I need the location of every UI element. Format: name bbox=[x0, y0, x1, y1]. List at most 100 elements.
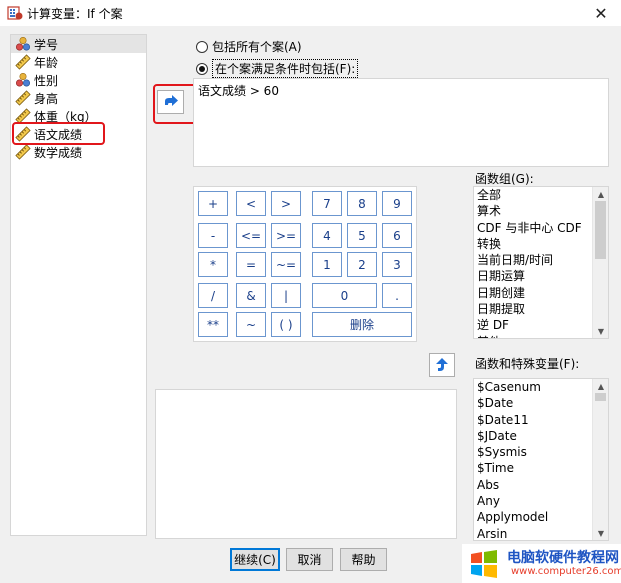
site-watermark: 电脑软硬件教程网 www.computer26.com bbox=[462, 544, 621, 583]
function-group-item[interactable]: 日期运算 bbox=[474, 268, 608, 284]
key-5[interactable]: 5 bbox=[347, 223, 377, 248]
radio-include-all[interactable] bbox=[196, 40, 208, 53]
key-9[interactable]: 9 bbox=[382, 191, 412, 216]
include-all-label: 包括所有个案(A) bbox=[212, 40, 302, 54]
scale-ruler-icon bbox=[15, 90, 31, 106]
key-0[interactable]: 0 bbox=[312, 283, 377, 308]
key-equal[interactable]: = bbox=[236, 252, 266, 277]
functions-list[interactable]: $Casenum $Date $Date11 $JDate $Sysmis $T… bbox=[473, 378, 609, 541]
key-greater-equal[interactable]: >= bbox=[271, 223, 301, 248]
function-group-item[interactable]: 日期提取 bbox=[474, 301, 608, 317]
key-plus[interactable]: + bbox=[198, 191, 228, 216]
function-item[interactable]: Any bbox=[474, 493, 608, 509]
include-if-label: 在个案满足条件时包括(F): bbox=[212, 59, 359, 78]
move-function-up-button[interactable] bbox=[429, 353, 455, 377]
variable-item-math-score[interactable]: 数学成绩 bbox=[11, 143, 146, 161]
compute-variable-app-icon bbox=[7, 6, 23, 20]
function-group-item[interactable]: 全部 bbox=[474, 187, 608, 203]
functions-scrollbar[interactable]: ▲ ▼ bbox=[592, 379, 608, 540]
key-less-equal[interactable]: <= bbox=[236, 223, 266, 248]
variable-item-age[interactable]: 年龄 bbox=[11, 53, 146, 71]
function-group-item[interactable]: 其他 bbox=[474, 334, 608, 338]
highlight-chinese-score bbox=[12, 122, 105, 145]
variable-label: 数学成绩 bbox=[34, 145, 83, 160]
calculator-keypad: + < > 7 8 9 - <= >= 4 5 6 * = ~= 1 2 3 /… bbox=[193, 186, 417, 342]
key-less-than[interactable]: < bbox=[236, 191, 266, 216]
key-decimal[interactable]: . bbox=[382, 283, 412, 308]
help-button[interactable]: 帮助 bbox=[340, 548, 387, 571]
cancel-button[interactable]: 取消 bbox=[286, 548, 333, 571]
windows-logo-icon bbox=[471, 550, 497, 578]
scale-ruler-icon bbox=[15, 54, 31, 70]
variable-item-height[interactable]: 身高 bbox=[11, 89, 146, 107]
function-item[interactable]: $Date11 bbox=[474, 412, 608, 428]
function-group-item[interactable]: 日期创建 bbox=[474, 285, 608, 301]
key-1[interactable]: 1 bbox=[312, 252, 342, 277]
function-item[interactable]: $Time bbox=[474, 460, 608, 476]
function-item[interactable]: $JDate bbox=[474, 428, 608, 444]
highlight-move-button bbox=[153, 84, 197, 124]
key-3[interactable]: 3 bbox=[382, 252, 412, 277]
close-button[interactable]: ✕ bbox=[581, 0, 621, 26]
key-not[interactable]: ~ bbox=[236, 312, 266, 337]
radio-include-if[interactable] bbox=[196, 62, 208, 75]
function-group-list[interactable]: 全部 算术 CDF 与非中心 CDF 转换 当前日期/时间 日期运算 日期创建 … bbox=[473, 186, 609, 339]
function-group-item[interactable]: 当前日期/时间 bbox=[474, 252, 608, 268]
function-item[interactable]: $Sysmis bbox=[474, 444, 608, 460]
function-item[interactable]: $Date bbox=[474, 395, 608, 411]
key-6[interactable]: 6 bbox=[382, 223, 412, 248]
expression-textarea[interactable]: 语文成绩 > 60 bbox=[193, 78, 609, 167]
function-group-item[interactable]: CDF 与非中心 CDF bbox=[474, 220, 608, 236]
function-group-item[interactable]: 转换 bbox=[474, 236, 608, 252]
scroll-up-icon[interactable]: ▲ bbox=[593, 379, 608, 393]
scroll-up-icon[interactable]: ▲ bbox=[593, 187, 608, 201]
option-include-if[interactable]: 在个案满足条件时包括(F): bbox=[196, 59, 359, 78]
arrow-up-icon bbox=[436, 358, 448, 371]
function-item[interactable]: Applymodel bbox=[474, 509, 608, 525]
variable-label: 性别 bbox=[34, 73, 59, 88]
key-parentheses[interactable]: ( ) bbox=[271, 312, 301, 337]
function-description-box bbox=[155, 389, 457, 539]
variable-label: 身高 bbox=[34, 91, 59, 106]
functions-label: 函数和特殊变量(F): bbox=[475, 357, 580, 371]
function-group-label: 函数组(G): bbox=[475, 172, 534, 186]
variable-item-student-id[interactable]: 学号 bbox=[11, 35, 146, 53]
key-power[interactable]: ** bbox=[198, 312, 228, 337]
function-group-item[interactable]: 逆 DF bbox=[474, 317, 608, 333]
key-4[interactable]: 4 bbox=[312, 223, 342, 248]
key-not-equal[interactable]: ~= bbox=[271, 252, 301, 277]
close-icon: ✕ bbox=[594, 3, 608, 23]
continue-button[interactable]: 继续(C) bbox=[230, 548, 280, 571]
dialog-body: 学号 年龄 性别 身高 体重（kg） 语文成绩 数学成绩 包括所有个案(A) 在… bbox=[0, 26, 621, 583]
key-and[interactable]: & bbox=[236, 283, 266, 308]
variable-label: 学号 bbox=[34, 37, 59, 52]
option-include-all[interactable]: 包括所有个案(A) bbox=[196, 38, 302, 55]
scroll-down-icon[interactable]: ▼ bbox=[593, 324, 608, 338]
key-delete[interactable]: 删除 bbox=[312, 312, 412, 337]
expression-text: 语文成绩 > 60 bbox=[198, 84, 279, 98]
nominal-variable-icon bbox=[15, 36, 31, 51]
nominal-variable-icon bbox=[15, 72, 31, 87]
function-item[interactable]: $Casenum bbox=[474, 379, 608, 395]
key-8[interactable]: 8 bbox=[347, 191, 377, 216]
scroll-thumb[interactable] bbox=[595, 393, 606, 401]
key-greater-than[interactable]: > bbox=[271, 191, 301, 216]
variable-list[interactable]: 学号 年龄 性别 身高 体重（kg） 语文成绩 数学成绩 bbox=[10, 34, 147, 536]
key-2[interactable]: 2 bbox=[347, 252, 377, 277]
scroll-thumb[interactable] bbox=[595, 201, 606, 259]
variable-item-gender[interactable]: 性别 bbox=[11, 71, 146, 89]
key-divide[interactable]: / bbox=[198, 283, 228, 308]
function-group-item[interactable]: 算术 bbox=[474, 203, 608, 219]
scale-ruler-icon bbox=[15, 144, 31, 160]
key-multiply[interactable]: * bbox=[198, 252, 228, 277]
function-item[interactable]: Abs bbox=[474, 477, 608, 493]
key-or[interactable]: | bbox=[271, 283, 301, 308]
key-7[interactable]: 7 bbox=[312, 191, 342, 216]
function-group-scrollbar[interactable]: ▲ ▼ bbox=[592, 187, 608, 338]
function-item[interactable]: Arsin bbox=[474, 526, 608, 540]
scroll-down-icon[interactable]: ▼ bbox=[593, 526, 608, 540]
title-bar: 计算变量：If 个案 ✕ bbox=[0, 0, 621, 26]
variable-label: 年龄 bbox=[34, 55, 59, 70]
watermark-url: www.computer26.com bbox=[511, 566, 621, 577]
key-minus[interactable]: - bbox=[198, 223, 228, 248]
